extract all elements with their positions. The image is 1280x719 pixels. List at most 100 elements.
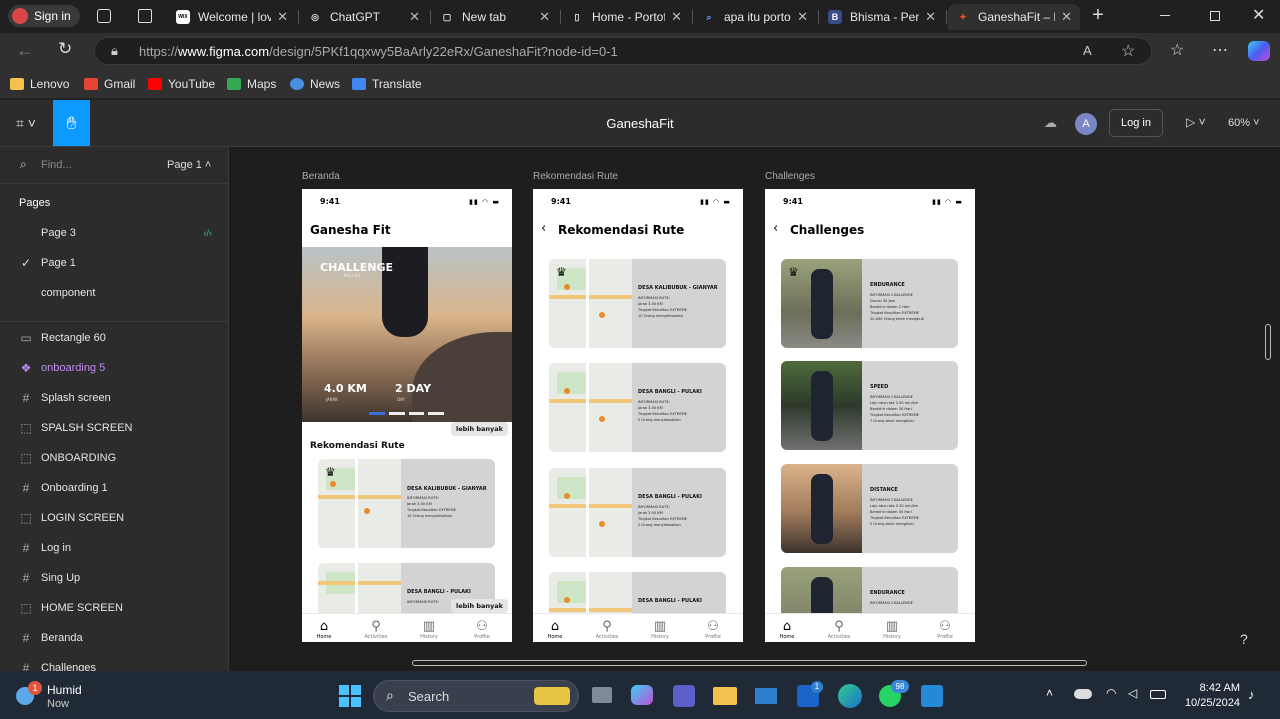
- nav-item-activities[interactable]: ⚲ Activities: [356, 620, 396, 641]
- nav-item-home[interactable]: ⌂ Home: [535, 620, 575, 641]
- layer-item[interactable]: ⬚ LOGIN SCREEN: [0, 503, 228, 533]
- nav-item-history[interactable]: ▥ History: [872, 620, 912, 641]
- nav-item-profile[interactable]: ⚇ Profile: [693, 620, 733, 641]
- layer-item[interactable]: # Beranda: [0, 623, 228, 653]
- back-icon[interactable]: ←: [16, 40, 34, 61]
- route-card[interactable]: DESA BANGLI - PULAKI INFORMASI RUTE: Jarak…: [549, 363, 726, 452]
- frame-label-beranda[interactable]: Beranda: [302, 171, 340, 182]
- find-input[interactable]: Find...: [41, 159, 72, 171]
- nav-item-home[interactable]: ⌂ Home: [304, 620, 344, 641]
- more-menu-icon[interactable]: ⋯: [1212, 40, 1228, 60]
- layer-item[interactable]: # Splash screen: [0, 383, 228, 413]
- frame-label-challenges[interactable]: Challenges: [765, 171, 815, 182]
- browser-tab[interactable]: ⌕apa itu portofo✕: [694, 4, 816, 30]
- vscode-icon[interactable]: [921, 685, 943, 707]
- browser-tab[interactable]: ◎ ChatGPT ✕: [300, 4, 428, 30]
- copilot-taskbar-icon[interactable]: [631, 685, 653, 705]
- nav-item-history[interactable]: ▥ History: [409, 620, 449, 641]
- horizontal-scrollbar[interactable]: [412, 660, 1087, 666]
- page-item-page-3[interactable]: Page 3 ‹/›: [0, 218, 228, 248]
- layer-item[interactable]: ⬚ SPALSH SCREEN: [0, 413, 228, 443]
- nav-item-activities[interactable]: ⚲ Activities: [587, 620, 627, 641]
- bookmark-news[interactable]: News: [290, 76, 340, 92]
- page-selector[interactable]: Page 1 ˄: [167, 159, 211, 171]
- task-view-icon[interactable]: [592, 687, 612, 703]
- more-button[interactable]: lebih banyak: [451, 422, 508, 436]
- taskbar-search[interactable]: ⌕ Search: [373, 680, 579, 712]
- frame-label-rute[interactable]: Rekomendasi Rute: [533, 171, 618, 182]
- zoom-level[interactable]: 60% ˅: [1228, 117, 1260, 129]
- copilot-icon[interactable]: [1248, 41, 1270, 61]
- bookmark-lenovo[interactable]: Lenovo: [10, 76, 69, 92]
- url-text[interactable]: https://www.figma.com/design/5PKf1qqxwy5…: [139, 44, 618, 59]
- favorite-star-icon[interactable]: ☆: [1121, 41, 1135, 61]
- layer-item[interactable]: # Onboarding 1: [0, 473, 228, 503]
- layer-item[interactable]: ⬚ ONBOARDING: [0, 443, 228, 473]
- layer-item[interactable]: # Log in: [0, 533, 228, 563]
- favorites-icon[interactable]: ☆: [1170, 40, 1184, 60]
- close-tab-icon[interactable]: ✕: [409, 9, 420, 25]
- nav-item-history[interactable]: ▥ History: [640, 620, 680, 641]
- close-tab-icon[interactable]: ✕: [1061, 9, 1072, 25]
- edge-icon[interactable]: [838, 684, 862, 708]
- new-tab-button[interactable]: +: [1088, 4, 1108, 28]
- back-chevron-icon[interactable]: ‹: [773, 221, 778, 236]
- battery-icon[interactable]: [1150, 690, 1166, 699]
- present-icon[interactable]: ▷ ˅: [1186, 115, 1206, 129]
- layer-item[interactable]: ▭ Rectangle 60: [0, 323, 228, 353]
- sign-in-button[interactable]: Sign in: [8, 5, 80, 27]
- login-button[interactable]: Log in: [1109, 109, 1163, 137]
- close-window-button[interactable]: ✕: [1252, 5, 1265, 25]
- minimize-button[interactable]: [1160, 15, 1170, 16]
- wifi-icon[interactable]: ◠: [1106, 686, 1116, 700]
- read-aloud-icon[interactable]: A: [1083, 43, 1092, 58]
- mail-icon[interactable]: [755, 688, 777, 704]
- bookmark-maps[interactable]: Maps: [227, 76, 276, 92]
- challenge-card[interactable]: DISTANCE INFORMASI CHALLENGE Laju rata-rat…: [781, 464, 958, 553]
- browser-tab[interactable]: ▯ Home - Portof ✕: [562, 4, 690, 30]
- browser-tab[interactable]: ✦ GaneshaFit – F ✕: [948, 4, 1080, 30]
- vertical-scrollbar[interactable]: [1265, 324, 1271, 360]
- close-tab-icon[interactable]: ✕: [539, 9, 550, 25]
- frame-beranda[interactable]: 9:41 ▮▮ ◠ ▬ Ganesha Fit CHALLENGE BALI A…: [302, 189, 512, 642]
- page-item-page-1[interactable]: ✓ Page 1: [0, 248, 228, 278]
- nav-item-home[interactable]: ⌂ Home: [767, 620, 807, 641]
- vertical-tabs-icon[interactable]: [138, 9, 152, 23]
- teams-icon[interactable]: [673, 685, 695, 707]
- layer-item[interactable]: ⬚ HOME SCREEN: [0, 593, 228, 623]
- tray-chevron-icon[interactable]: ˄: [1046, 686, 1053, 700]
- user-avatar[interactable]: A: [1075, 113, 1097, 135]
- challenge-card[interactable]: SPEED INFORMASI CHALLENGE Laju rata-rata 3…: [781, 361, 958, 450]
- route-card[interactable]: DESA BANGLI - PULAKI INFORMASI RUTE: Jarak…: [549, 468, 726, 557]
- start-button[interactable]: [339, 685, 361, 707]
- notification-bell-icon[interactable]: ♪: [1248, 687, 1255, 702]
- figma-menu-icon[interactable]: ⌗ ˅: [16, 115, 36, 132]
- route-card[interactable]: ♛ DESA KALIBUBUK - GIANYAR INFORMASI RUT…: [318, 459, 495, 548]
- browser-tab[interactable]: ▢ New tab ✕: [432, 4, 558, 30]
- page-item-component[interactable]: component: [0, 278, 228, 308]
- bookmark-gmail[interactable]: Gmail: [84, 76, 135, 92]
- nav-item-profile[interactable]: ⚇ Profile: [462, 620, 502, 641]
- layer-item[interactable]: # Sing Up: [0, 563, 228, 593]
- bookmark-translate[interactable]: Translate: [352, 76, 422, 92]
- address-bar[interactable]: 🔒︎ https://www.figma.com/design/5PKf1qqx…: [94, 37, 1152, 65]
- clock[interactable]: 8:42 AM 10/25/2024: [1176, 681, 1240, 711]
- frame-challenges[interactable]: 9:41 ▮▮ ◠ ▬ ‹ Challenges ♛ ENDURANCE INFOR…: [765, 189, 975, 642]
- close-tab-icon[interactable]: ✕: [925, 9, 936, 25]
- close-tab-icon[interactable]: ✕: [277, 9, 288, 25]
- frame-rekomendasi-rute[interactable]: 9:41 ▮▮ ◠ ▬ ‹ Rekomendasi Rute ♛ DESA KAL…: [533, 189, 743, 642]
- close-tab-icon[interactable]: ✕: [671, 9, 682, 25]
- more-button-2[interactable]: lebih banyak: [451, 599, 508, 613]
- route-card[interactable]: ♛ DESA KALIBUBUK - GIANYAR INFORMASI RUTE:…: [549, 259, 726, 348]
- restore-button[interactable]: [1210, 11, 1220, 21]
- weather-widget[interactable]: 1 Humid Now: [14, 681, 114, 711]
- layer-item[interactable]: ❖ onboarding 5: [0, 353, 228, 383]
- back-chevron-icon[interactable]: ‹: [541, 221, 546, 236]
- close-tab-icon[interactable]: ✕: [797, 9, 808, 25]
- help-button[interactable]: ?: [1240, 631, 1248, 647]
- browser-tab[interactable]: WIX Welcome | lovi ✕: [168, 4, 296, 30]
- hand-tool-button[interactable]: ✋︎: [53, 100, 90, 146]
- workspaces-icon[interactable]: [97, 9, 111, 23]
- bookmark-youtube[interactable]: YouTube: [148, 76, 215, 92]
- challenge-card[interactable]: ♛ ENDURANCE INFORMASI CHALLENGE Durasi 30 J…: [781, 259, 958, 348]
